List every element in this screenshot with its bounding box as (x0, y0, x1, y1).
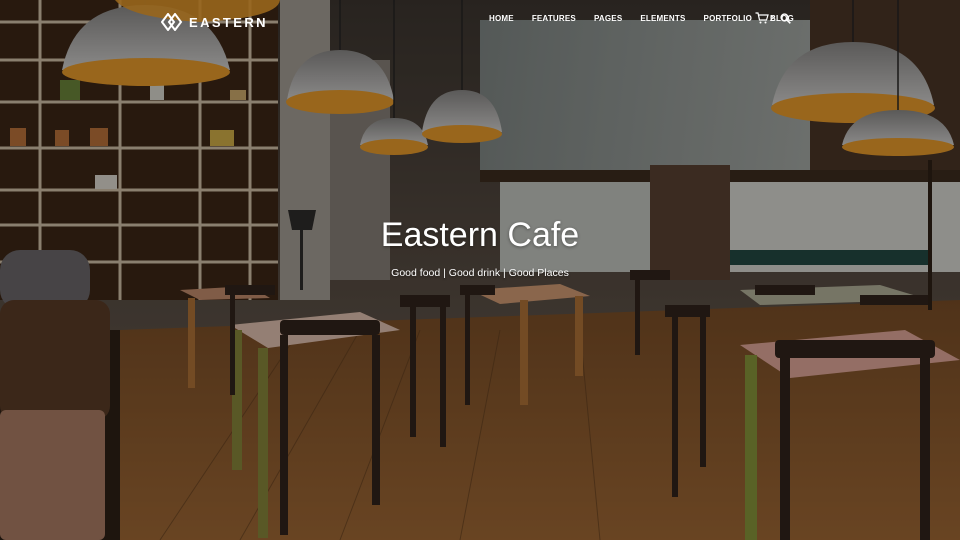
hero-title: Eastern Cafe (380, 216, 580, 254)
cart-count-badge: 2 (770, 16, 774, 23)
brand-name: EASTERN (189, 14, 268, 30)
search-icon[interactable] (780, 13, 791, 24)
cart-button[interactable]: 2 (755, 12, 774, 24)
nav-item-elements[interactable]: ELEMENTS (640, 14, 685, 23)
logo-diamond-icon (161, 13, 183, 31)
site-logo[interactable]: EASTERN (161, 12, 268, 32)
nav-item-portfolio[interactable]: PORTFOLIO (704, 14, 752, 23)
nav-item-home[interactable]: HOME (489, 14, 514, 23)
cart-icon (755, 12, 769, 24)
hero-subtitle: Good food | Good drink | Good Places (391, 267, 569, 279)
nav-item-features[interactable]: FEATURES (532, 14, 576, 23)
nav-item-pages[interactable]: PAGES (594, 14, 622, 23)
